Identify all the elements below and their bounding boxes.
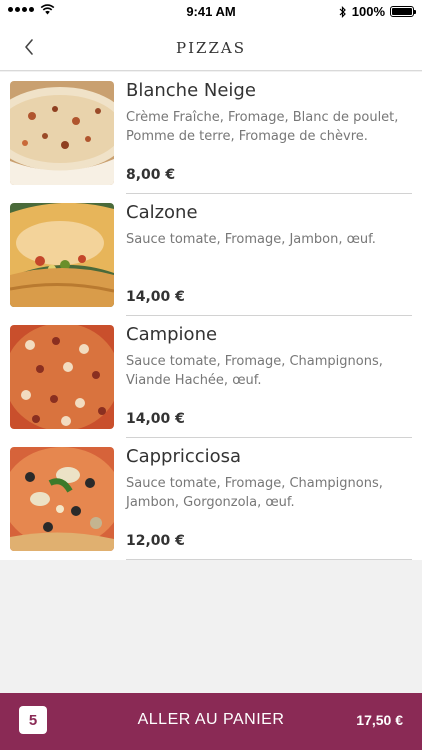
bluetooth-icon — [339, 5, 346, 18]
list-item[interactable]: Cappricciosa Sauce tomate, Fromage, Cham… — [0, 438, 422, 560]
battery-percent: 100% — [351, 4, 385, 19]
product-price: 8,00 € — [126, 167, 176, 183]
go-to-cart-button[interactable]: 5 ALLER AU PANIER 17,50 € — [0, 693, 422, 750]
pizza-image — [10, 81, 114, 185]
product-description: Sauce tomate, Fromage, Jambon, œuf. — [126, 232, 376, 247]
product-name: Blanche Neige — [126, 80, 256, 101]
product-name: Calzone — [126, 202, 198, 223]
nav-bar: PIZZAS — [0, 24, 422, 71]
pizza-image — [10, 203, 114, 307]
status-bar: 9:41 AM 100% — [0, 0, 422, 24]
cart-total: 17,50 € — [356, 712, 403, 728]
product-name: Cappricciosa — [126, 446, 242, 467]
product-price: 14,00 € — [126, 411, 185, 427]
status-right: 100% — [339, 4, 416, 19]
list-item[interactable]: Campione Sauce tomate, Fromage, Champign… — [0, 316, 422, 438]
divider — [126, 559, 412, 560]
page-title: PIZZAS — [176, 39, 246, 57]
product-description: Crème Fraîche, Fromage, Blanc de poulet,… — [126, 110, 399, 144]
product-name: Campione — [126, 324, 218, 345]
list-item[interactable]: Blanche Neige Crème Fraîche, Fromage, Bl… — [0, 72, 422, 194]
battery-icon — [390, 6, 416, 17]
pizza-image — [10, 447, 114, 551]
product-description: Sauce tomate, Fromage, Champignons, Jamb… — [126, 476, 383, 510]
product-price: 14,00 € — [126, 289, 185, 305]
product-description: Sauce tomate, Fromage, Champignons, Vian… — [126, 354, 383, 388]
pizza-image — [10, 325, 114, 429]
list-item[interactable]: Calzone Sauce tomate, Fromage, Jambon, œ… — [0, 194, 422, 316]
product-price: 12,00 € — [126, 533, 185, 549]
product-list: Blanche Neige Crème Fraîche, Fromage, Bl… — [0, 72, 422, 560]
